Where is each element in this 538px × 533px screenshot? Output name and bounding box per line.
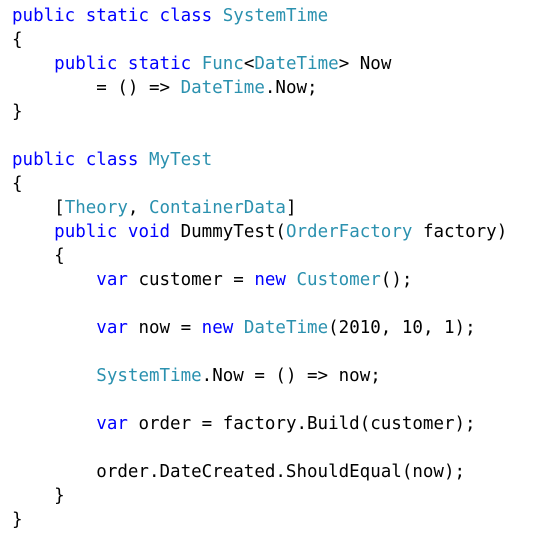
- code-line: [Theory, ContainerData]: [12, 196, 507, 220]
- code-text: {: [12, 174, 23, 194]
- code-text: (2010, 10, 1);: [328, 318, 476, 338]
- code-text: <: [243, 54, 255, 74]
- code-listing: public static class SystemTime{ public s…: [12, 4, 507, 532]
- keyword-token: class: [159, 6, 213, 26]
- code-text: .Now;: [264, 78, 318, 98]
- code-line: var order = factory.Build(customer);: [12, 412, 507, 436]
- code-text: {: [12, 30, 23, 50]
- code-line: public class MyTest: [12, 148, 507, 172]
- keyword-token: void: [127, 222, 171, 242]
- code-text: = () =>: [12, 78, 181, 98]
- type-token: ContainerData: [148, 198, 286, 218]
- type-token: DateTime: [243, 318, 329, 338]
- code-line: {: [12, 172, 507, 196]
- code-text: }: [12, 102, 23, 122]
- code-line: var customer = new Customer();: [12, 268, 507, 292]
- code-text: ,: [127, 198, 149, 218]
- type-token: Customer: [296, 270, 381, 290]
- code-line: order.DateCreated.ShouldEqual(now);: [12, 460, 507, 484]
- type-token: SystemTime: [96, 366, 202, 386]
- code-line: public static class SystemTime: [12, 4, 507, 28]
- code-text: [: [12, 198, 65, 218]
- code-text: now =: [127, 318, 202, 338]
- code-text: factory): [412, 222, 508, 242]
- keyword-token: var: [96, 318, 128, 338]
- code-line: }: [12, 508, 507, 532]
- keyword-token: new: [201, 318, 234, 338]
- code-line: public static Func<DateTime> Now: [12, 52, 507, 76]
- code-line: }: [12, 100, 507, 124]
- code-text: > Now: [338, 54, 392, 74]
- keyword-token: var: [96, 270, 128, 290]
- code-line: public void DummyTest(OrderFactory facto…: [12, 220, 507, 244]
- type-token: Theory: [64, 198, 128, 218]
- keyword-token: public: [12, 6, 76, 26]
- code-text: {: [12, 246, 65, 266]
- code-text: order = factory.Build(customer);: [127, 414, 476, 434]
- code-line: SystemTime.Now = () => now;: [12, 364, 507, 388]
- keyword-token: static: [127, 54, 192, 74]
- code-line: {: [12, 28, 507, 52]
- code-line: var now = new DateTime(2010, 10, 1);: [12, 316, 507, 340]
- keyword-token: static: [85, 6, 149, 26]
- type-token: Func: [201, 54, 244, 74]
- code-text: .Now = () => now;: [201, 366, 381, 386]
- code-text: DummyTest(: [170, 222, 286, 242]
- code-text: }: [12, 486, 65, 506]
- code-line: = () => DateTime.Now;: [12, 76, 507, 100]
- code-text: customer =: [127, 270, 255, 290]
- keyword-token: new: [254, 270, 286, 290]
- code-line: }: [12, 484, 507, 508]
- keyword-token: public: [12, 150, 76, 170]
- code-text: ();: [380, 270, 413, 290]
- code-line: {: [12, 244, 507, 268]
- type-token: DateTime: [254, 54, 339, 74]
- type-token: MyTest: [149, 150, 213, 170]
- type-token: OrderFactory: [285, 222, 413, 242]
- keyword-token: public: [54, 222, 118, 242]
- code-text: order.DateCreated.ShouldEqual(now);: [12, 462, 466, 482]
- code-text: ]: [285, 198, 297, 218]
- type-token: SystemTime: [222, 6, 329, 26]
- keyword-token: var: [96, 414, 128, 434]
- code-text: }: [12, 510, 23, 530]
- type-token: DateTime: [180, 78, 265, 98]
- keyword-token: class: [85, 150, 139, 170]
- keyword-token: public: [54, 54, 118, 74]
